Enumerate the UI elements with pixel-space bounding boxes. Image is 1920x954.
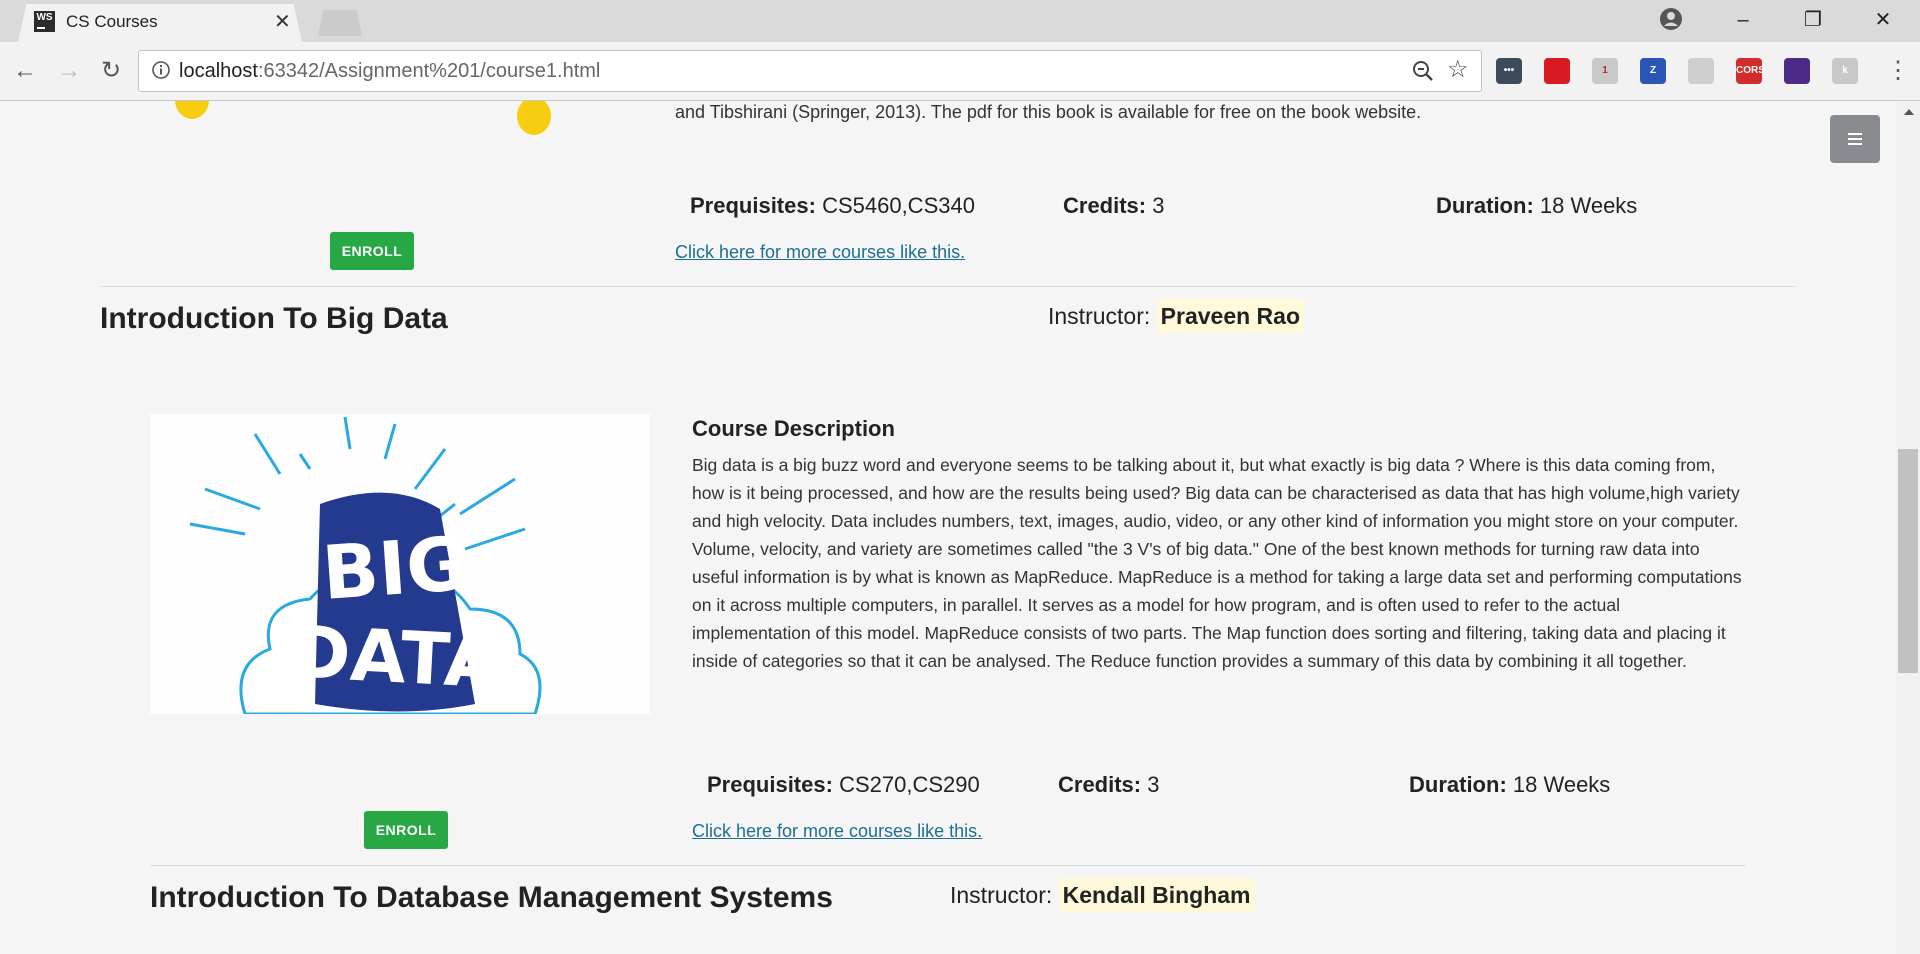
shield-ext-icon[interactable]: 1 [1592, 58, 1618, 84]
credits-value: 3 [1152, 193, 1165, 218]
hamburger-menu-button[interactable] [1830, 115, 1880, 163]
zotero-ext-icon[interactable]: Z [1640, 58, 1666, 84]
prerequisites-value: CS270,CS290 [839, 772, 980, 797]
duration-value: 18 Weeks [1539, 193, 1638, 218]
duration-label: Duration: [1436, 193, 1534, 218]
next-course-title: Introduction To Database Management Syst… [150, 881, 833, 914]
enroll-button-previous[interactable]: ENROLL [330, 232, 414, 270]
minimize-icon[interactable]: – [1718, 6, 1768, 34]
prerequisites-label: Prequisites: [690, 193, 816, 218]
course-title: Introduction To Big Data [100, 302, 448, 335]
image-text-data: DATA [289, 610, 503, 705]
webstorm-favicon-icon: WS [34, 11, 55, 32]
profile-icon[interactable] [1658, 6, 1684, 32]
k-ext-icon[interactable]: k [1832, 58, 1858, 84]
feather-ext-icon[interactable] [1688, 58, 1714, 84]
prerequisites-value: CS5460,CS340 [822, 193, 975, 218]
info-icon[interactable] [151, 60, 171, 80]
scrollbar-thumb[interactable] [1898, 449, 1918, 673]
credits-label: Credits: [1063, 193, 1147, 218]
browser-menu-icon[interactable]: ⋮ [1886, 56, 1910, 86]
url-host: localhost [179, 60, 258, 82]
browser-tab[interactable] [18, 4, 302, 42]
zoom-icon[interactable] [1411, 59, 1435, 83]
cors-ext-icon[interactable]: CORS [1736, 58, 1765, 84]
course-prerequisites: Prequisites: CS270,CS290 [707, 772, 980, 798]
restore-icon[interactable]: ❐ [1788, 6, 1838, 34]
favicon-text: WS [36, 12, 53, 23]
instructor-name: Praveen Rao [1156, 299, 1305, 333]
forward-arrow-icon[interactable]: → [52, 54, 86, 88]
course-instructor: Instructor: Praveen Rao [1048, 299, 1305, 333]
duration-value: 18 Weeks [1512, 772, 1611, 797]
back-arrow-icon[interactable]: ← [8, 54, 42, 88]
ellipsis-ext-icon[interactable]: ••• [1496, 58, 1522, 84]
tab-close-icon[interactable]: ✕ [274, 9, 291, 34]
credits-label: Credits: [1058, 772, 1142, 797]
big-data-image: BIG DATA [150, 414, 650, 714]
url-text[interactable]: localhost:63342/Assignment%201/course1.h… [179, 60, 600, 83]
close-window-icon[interactable]: ✕ [1858, 6, 1908, 34]
instructor-name: Kendall Bingham [1058, 878, 1255, 912]
previous-course-description: and Tibshirani (Springer, 2013). The pdf… [675, 102, 1422, 122]
scroll-up-arrow-icon[interactable] [1904, 109, 1914, 115]
previous-prerequisites: Prequisites: CS5460,CS340 [690, 193, 975, 219]
course-description: Big data is a big buzz word and everyone… [692, 455, 1742, 671]
section-divider [100, 286, 1796, 287]
bookmark-star-icon[interactable]: ☆ [1447, 55, 1469, 84]
browser-tab-bar: WS CS Courses ✕ – ❐ ✕ [0, 0, 1920, 42]
credits-value: 3 [1147, 772, 1160, 797]
more-courses-link-previous[interactable]: Click here for more courses like this. [675, 242, 965, 263]
course-credits: Credits: 3 [1058, 772, 1160, 798]
image-text-big: BIG [319, 521, 469, 617]
address-bar[interactable]: localhost:63342/Assignment%201/course1.h… [138, 50, 1482, 92]
new-tab-button[interactable] [318, 10, 362, 36]
prerequisites-label: Prequisites: [707, 772, 833, 797]
description-heading: Course Description [692, 416, 895, 441]
more-courses-link[interactable]: Click here for more courses like this. [692, 821, 982, 842]
page-content: and Tibshirani (Springer, 2013). The pdf… [0, 101, 1920, 954]
instructor-label: Instructor: [1048, 303, 1151, 329]
previous-credits: Credits: 3 [1063, 193, 1165, 219]
previous-duration: Duration: 18 Weeks [1436, 193, 1637, 219]
next-course-instructor: Instructor: Kendall Bingham [950, 878, 1255, 912]
reload-icon[interactable]: ↻ [94, 54, 128, 88]
duration-label: Duration: [1409, 772, 1507, 797]
url-path: :63342/Assignment%201/course1.html [257, 60, 601, 82]
balloon-image-fragment [175, 101, 209, 119]
tab-title: CS Courses [66, 12, 158, 31]
book-ext-icon[interactable] [1784, 58, 1810, 84]
enroll-button[interactable]: ENROLL [364, 811, 448, 849]
ublock-ext-icon[interactable] [1544, 58, 1570, 84]
section-divider [150, 865, 1746, 866]
course-duration: Duration: 18 Weeks [1409, 772, 1610, 798]
browser-toolbar: ← → ↻ localhost:63342/Assignment%201/cou… [0, 42, 1920, 101]
balloon-image-fragment [517, 101, 551, 135]
instructor-label: Instructor: [950, 882, 1053, 908]
